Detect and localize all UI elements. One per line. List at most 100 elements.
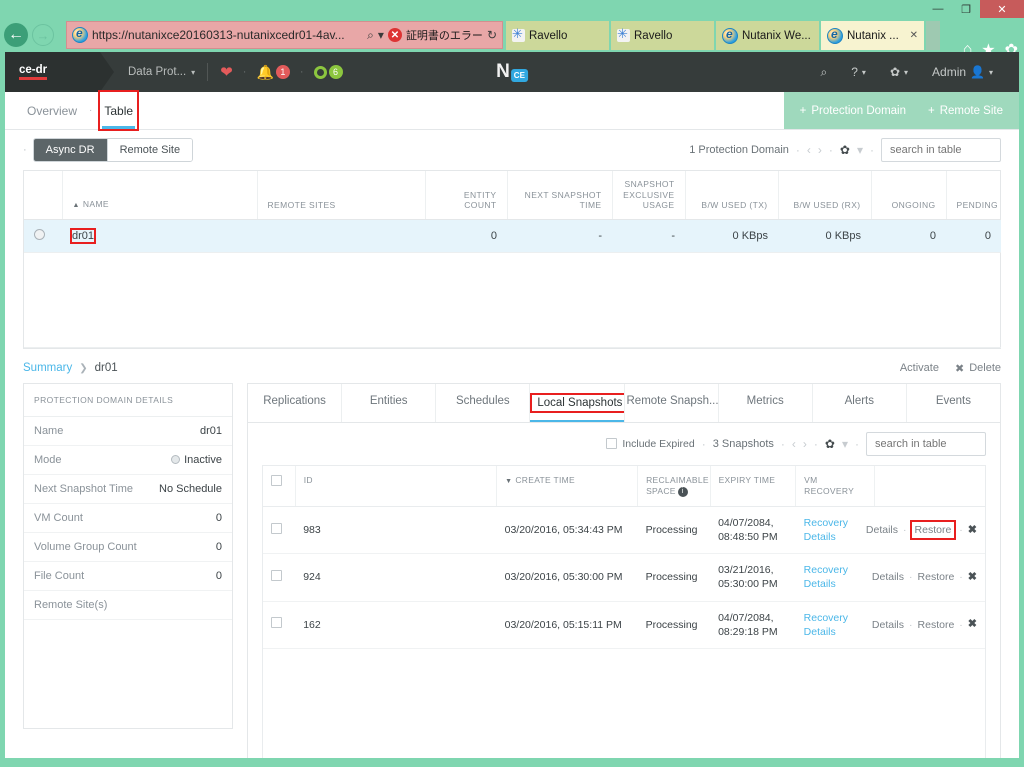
column-entity-count[interactable]: ENTITY COUNT [425,171,508,220]
include-expired-toggle[interactable]: Include Expired [606,438,695,450]
app-menu[interactable]: Data Prot... ▾ [128,66,195,78]
browser-tab[interactable]: Ravello [611,21,716,50]
tab-remote-snapshots[interactable]: Remote Snapsh... [625,383,719,422]
column-name[interactable]: ▲ NAME [62,171,258,220]
column-reclaimable-space[interactable]: RECLAIMABLE SPACE i [637,465,711,507]
column-create-time[interactable]: ▼ CREATE TIME [496,465,639,507]
tab-schedules[interactable]: Schedules [436,383,531,422]
close-icon[interactable]: ✖ [968,617,977,632]
row-radio-button[interactable] [34,228,45,240]
tab-local-snapshots[interactable]: Local Snapshots [530,383,625,422]
alerts-indicator[interactable]: 🔔 1 [256,64,290,81]
certificate-error-label[interactable]: 証明書のエラー [406,27,483,43]
row-checkbox-cell[interactable] [263,553,296,602]
column-remote-sites[interactable]: REMOTE SITES [257,171,426,220]
tab-replications[interactable]: Replications [248,383,343,422]
new-tab-button[interactable] [926,21,940,50]
next-page-button[interactable]: › [818,143,822,157]
row-checkbox[interactable] [271,569,282,581]
chevron-down-icon[interactable]: ▾ [842,437,848,451]
close-button[interactable]: ✕ [980,0,1024,18]
refresh-icon[interactable]: ↻ [487,28,497,42]
snapshot-search-box[interactable]: ⌕ [866,431,1019,456]
header-user-menu[interactable]: Admin 👤 ▾ [920,65,1005,79]
chevron-down-icon[interactable]: ▾ [378,28,384,42]
vm-recovery-link-line1[interactable]: Recovery [804,516,867,530]
restore-action[interactable]: Restore [918,618,955,632]
protection-domain-name[interactable]: dr01 [69,227,97,244]
breadcrumb-summary-link[interactable]: Summary [23,362,72,374]
row-checkbox-cell[interactable] [263,601,296,650]
maximize-button[interactable]: ❐ [952,0,980,18]
add-remote-site-button[interactable]: + Remote Site [928,105,1003,117]
activate-button[interactable]: Activate [900,362,939,374]
restore-action[interactable]: Restore [909,520,957,541]
details-action[interactable]: Details [872,570,904,584]
info-icon[interactable]: i [677,486,688,497]
cluster-selector[interactable]: ce-dr [5,52,114,92]
header-help-button[interactable]: ? ▾ [839,65,878,79]
column-ongoing[interactable]: ONGOING [871,171,947,220]
details-action[interactable]: Details [866,523,898,537]
column-select-all[interactable] [263,465,296,507]
tab-metrics[interactable]: Metrics [719,383,813,422]
browser-tab-active[interactable]: Nutanix ... ✕ [821,21,926,50]
snapshot-row[interactable]: 924 03/20/2016, 05:30:00 PM Processing 0… [263,553,985,602]
table-settings-icon[interactable]: ✿ [840,143,850,157]
header-search-button[interactable]: ⌕ [809,65,840,80]
column-id[interactable]: ID [295,465,498,507]
header-settings-button[interactable]: ✿ ▾ [878,65,920,79]
vm-recovery-link-line1[interactable]: Recovery [804,563,867,577]
browser-tab[interactable]: Nutanix We... [716,21,821,50]
column-vm-recovery[interactable]: VM RECOVERY [795,465,875,507]
table-settings-icon[interactable]: ✿ [825,437,835,451]
minimize-button[interactable]: — [924,0,952,18]
details-action[interactable]: Details [872,618,904,632]
add-protection-domain-button[interactable]: + Protection Domain [800,105,906,117]
close-icon[interactable]: ✖ [968,570,977,585]
snapshot-row[interactable]: 162 03/20/2016, 05:15:11 PM Processing 0… [263,601,985,650]
async-dr-button[interactable]: Async DR [33,139,110,161]
tab-entities[interactable]: Entities [342,383,437,422]
vm-recovery-link-line1[interactable]: Recovery [804,611,867,625]
remote-site-button[interactable]: Remote Site [107,139,193,161]
tab-table[interactable]: Table [98,90,140,131]
back-button[interactable]: ← [4,23,28,47]
tab-overview[interactable]: Overview [23,92,81,129]
snapshot-row[interactable]: 983 03/20/2016, 05:34:43 PM Processing 0… [263,506,985,555]
delete-button[interactable]: ✖ Delete [955,362,1001,375]
restore-action[interactable]: Restore [918,570,955,584]
vm-recovery-link-line2[interactable]: Details [804,577,867,591]
vm-recovery-link-line2[interactable]: Details [804,530,867,544]
vm-recovery-link-line2[interactable]: Details [804,625,867,639]
search-input[interactable] [888,143,1019,157]
prev-page-button[interactable]: ‹ [807,143,811,157]
chevron-down-icon[interactable]: ▾ [857,143,863,157]
row-checkbox-cell[interactable] [263,506,296,555]
select-all-checkbox[interactable] [271,474,282,486]
column-bw-used-tx[interactable]: B/W USED (TX) [685,171,779,220]
next-page-button[interactable]: › [803,437,807,451]
tab-close-icon[interactable]: ✕ [910,30,918,41]
search-input[interactable] [873,436,1019,451]
tasks-indicator[interactable]: 6 [313,65,343,79]
column-snapshot-exclusive-usage[interactable]: SNAPSHOT EXCLUSIVE USAGE [612,171,686,220]
forward-button[interactable]: → [32,24,54,46]
tab-alerts[interactable]: Alerts [813,383,907,422]
browser-tab[interactable]: Ravello [506,21,611,50]
column-pending[interactable]: PENDING [946,171,1001,220]
table-row[interactable]: dr01 0 - - 0 KBps 0 KBps 0 0 [24,219,1001,253]
row-checkbox[interactable] [271,522,282,534]
tab-events[interactable]: Events [907,384,1000,422]
include-expired-checkbox[interactable] [606,438,618,450]
row-radio-cell[interactable] [24,219,62,253]
column-expiry-time[interactable]: EXPIRY TIME [710,465,797,507]
table-search-box[interactable]: ⌕ [881,138,1019,162]
prev-page-button[interactable]: ‹ [792,437,796,451]
close-icon[interactable]: ✖ [968,523,977,538]
health-icon[interactable]: ❤ [220,63,233,81]
column-next-snapshot-time[interactable]: NEXT SNAPSHOT TIME [507,171,613,220]
address-bar[interactable]: https://nutanixce20160313-nutanixcedr01-… [66,21,503,49]
search-icon[interactable]: ⌕ [367,28,374,43]
row-checkbox[interactable] [271,617,282,629]
